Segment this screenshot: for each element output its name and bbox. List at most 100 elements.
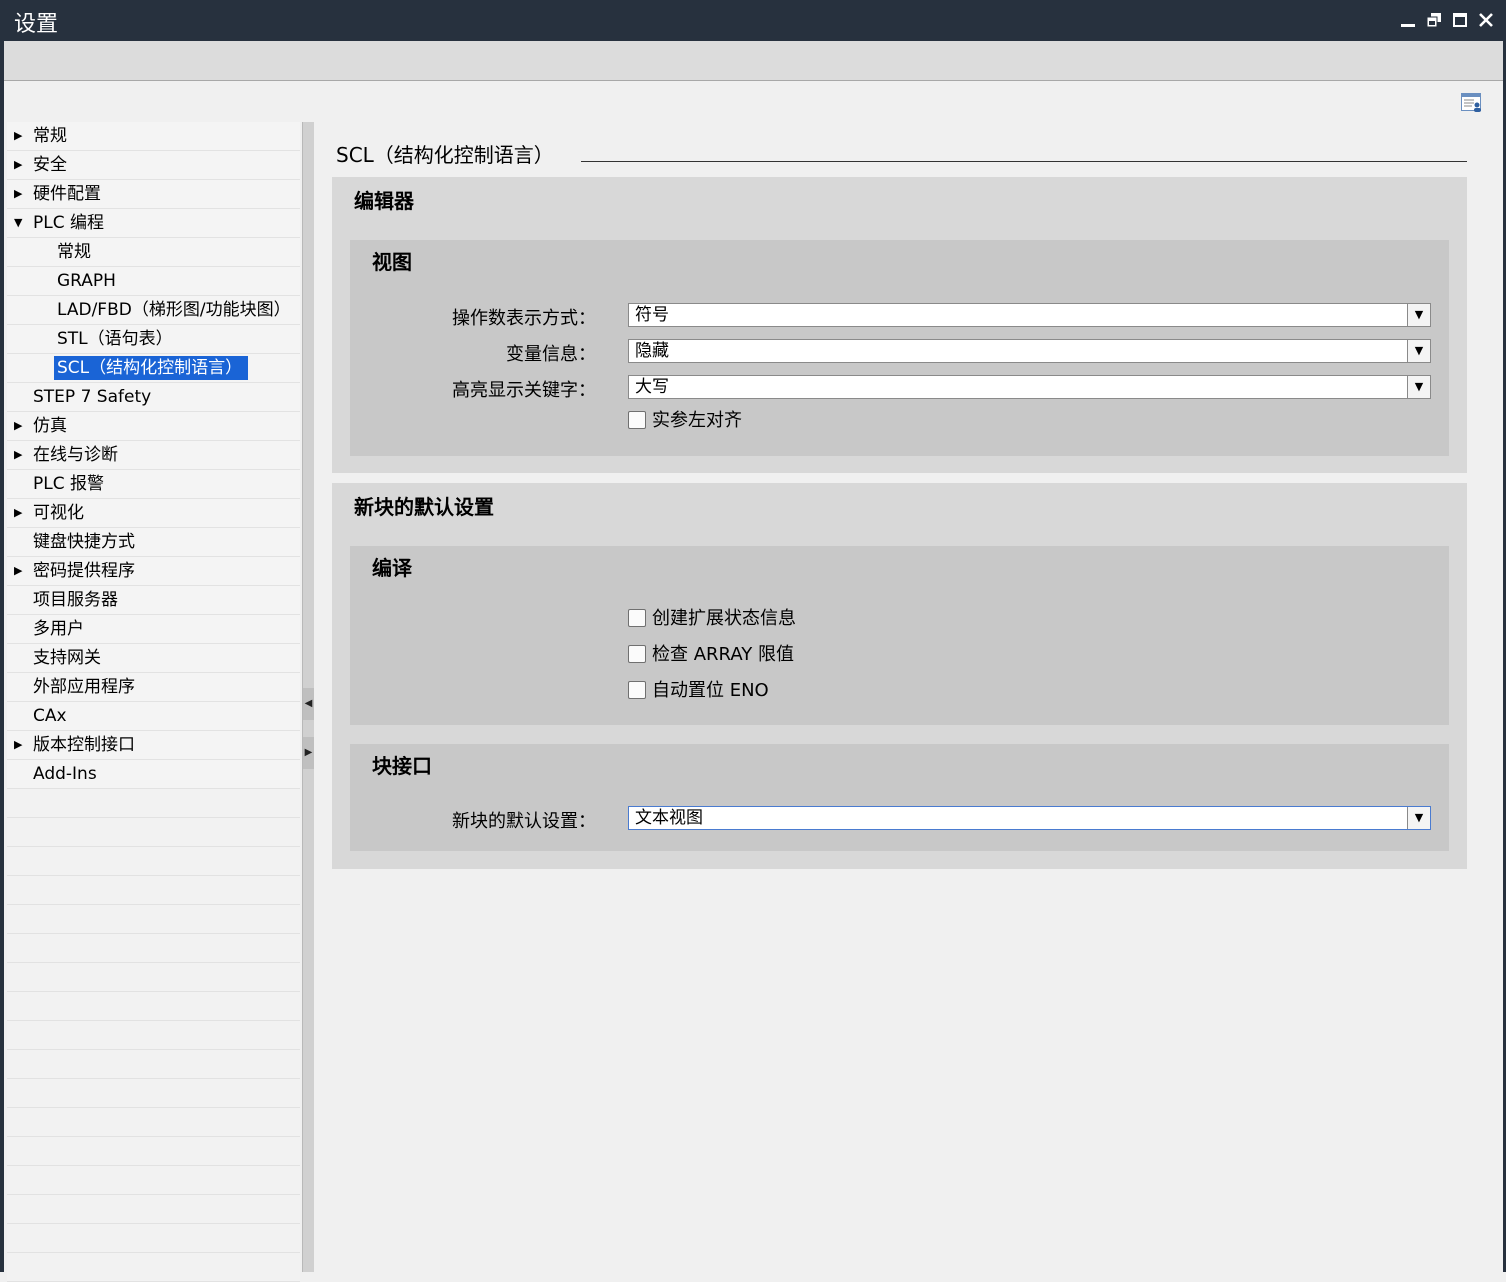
nav-empty-row xyxy=(7,876,300,905)
nav-item-label: 键盘快捷方式 xyxy=(33,532,135,552)
nav-empty-row xyxy=(7,818,300,847)
nav-item[interactable]: LAD/FBD（梯形图/功能块图） xyxy=(7,296,300,325)
operand-display-dropdown[interactable]: 符号 ▼ xyxy=(628,303,1431,327)
view-section: 视图 操作数表示方式： 符号 ▼ 变量信息： 隐藏 ▼ 高亮显示关键字： 大写 … xyxy=(350,240,1449,456)
nav-empty-row xyxy=(7,963,300,992)
auto-set-eno-checkbox[interactable]: 自动置位 ENO xyxy=(628,680,769,702)
collapse-left-icon[interactable]: ◀ xyxy=(303,688,314,720)
nav-empty-row xyxy=(7,1224,300,1253)
nav-empty-row xyxy=(7,789,300,818)
extended-status-checkbox[interactable]: 创建扩展状态信息 xyxy=(628,608,796,630)
nav-empty-row xyxy=(7,1050,300,1079)
nav-item-label: 可视化 xyxy=(33,503,84,523)
checkbox-icon[interactable] xyxy=(628,410,646,429)
nav-empty-row xyxy=(7,1253,300,1282)
nav-item-label: STL（语句表） xyxy=(57,329,173,349)
extended-status-label: 创建扩展状态信息 xyxy=(652,608,796,629)
nav-item[interactable]: ▶ 硬件配置 xyxy=(7,180,300,209)
chevron-down-icon[interactable]: ▼ xyxy=(1407,807,1430,829)
nav-item[interactable]: 常规 xyxy=(7,238,300,267)
nav-empty-row xyxy=(7,1195,300,1224)
settings-view-icon[interactable] xyxy=(1461,93,1483,113)
nav-item-label: 支持网关 xyxy=(33,648,101,668)
toolbar xyxy=(4,41,1503,81)
collapsed-arrow-icon[interactable]: ▶ xyxy=(14,412,24,440)
nav-item[interactable]: Add-Ins xyxy=(7,760,300,789)
nav-item-label: PLC 编程 xyxy=(33,213,104,233)
nav-item[interactable]: ▶ 版本控制接口 xyxy=(7,731,300,760)
new-block-defaults-title: 新块的默认设置 xyxy=(354,495,494,519)
collapsed-arrow-icon[interactable]: ▶ xyxy=(14,151,24,179)
nav-item-label: 在线与诊断 xyxy=(33,445,118,465)
nav-empty-row xyxy=(7,1137,300,1166)
collapsed-arrow-icon[interactable]: ▶ xyxy=(14,441,24,469)
nav-item[interactable]: STEP 7 Safety xyxy=(7,383,300,412)
checkbox-icon[interactable] xyxy=(628,644,646,663)
chevron-down-icon[interactable]: ▼ xyxy=(1407,340,1430,362)
checkbox-icon[interactable] xyxy=(628,680,646,699)
align-params-checkbox[interactable]: 实参左对齐 xyxy=(628,410,742,432)
nav-empty-row xyxy=(7,934,300,963)
nav-item[interactable]: STL（语句表） xyxy=(7,325,300,354)
restore-icon[interactable] xyxy=(1423,8,1445,32)
nav-item[interactable]: PLC 报警 xyxy=(7,470,300,499)
collapsed-arrow-icon[interactable]: ▶ xyxy=(14,180,24,208)
expand-right-icon[interactable]: ▶ xyxy=(303,737,314,769)
check-array-limits-checkbox[interactable]: 检查 ARRAY 限值 xyxy=(628,644,794,666)
nav-empty-row xyxy=(7,1079,300,1108)
nav-item-label: 项目服务器 xyxy=(33,590,118,610)
checkbox-icon[interactable] xyxy=(628,608,646,627)
nav-item-label: 密码提供程序 xyxy=(33,561,135,581)
nav-item-label: 硬件配置 xyxy=(33,184,101,204)
block-interface-default-dropdown[interactable]: 文本视图 ▼ xyxy=(628,806,1431,830)
nav-item[interactable]: CAx xyxy=(7,702,300,731)
collapsed-arrow-icon[interactable]: ▶ xyxy=(14,122,24,150)
nav-item[interactable]: ▶ 密码提供程序 xyxy=(7,557,300,586)
tag-info-dropdown[interactable]: 隐藏 ▼ xyxy=(628,339,1431,363)
operand-display-label: 操作数表示方式： xyxy=(452,308,596,329)
close-icon[interactable] xyxy=(1475,8,1497,32)
nav-item-label: PLC 报警 xyxy=(33,474,104,494)
nav-item[interactable]: GRAPH xyxy=(7,267,300,296)
nav-splitter[interactable]: ◀ ▶ xyxy=(302,122,314,1272)
block-interface-section: 块接口 新块的默认设置： 文本视图 ▼ xyxy=(350,744,1449,851)
settings-content: ▶ 常规 ▶ 安全 ▶ 硬件配置 ▼ PLC 编程 常规 GRAPH LAD/FBD（梯形图/功能块… xyxy=(4,81,1503,1282)
auto-set-eno-label: 自动置位 ENO xyxy=(652,680,769,701)
nav-item[interactable]: ▶ 常规 xyxy=(7,122,300,151)
editor-group-title: 编辑器 xyxy=(354,189,414,213)
chevron-down-icon[interactable]: ▼ xyxy=(1407,376,1430,398)
nav-item[interactable]: 键盘快捷方式 xyxy=(7,528,300,557)
expanded-arrow-icon[interactable]: ▼ xyxy=(14,209,24,237)
nav-item[interactable]: 多用户 xyxy=(7,615,300,644)
nav-item[interactable]: SCL（结构化控制语言） xyxy=(7,354,300,383)
maximize-icon[interactable] xyxy=(1449,8,1471,32)
highlight-keywords-label: 高亮显示关键字： xyxy=(452,380,596,401)
highlight-keywords-dropdown[interactable]: 大写 ▼ xyxy=(628,375,1431,399)
nav-item[interactable]: 外部应用程序 xyxy=(7,673,300,702)
collapsed-arrow-icon[interactable]: ▶ xyxy=(14,557,24,585)
collapsed-arrow-icon[interactable]: ▶ xyxy=(14,731,24,759)
nav-item-label: STEP 7 Safety xyxy=(33,387,152,407)
page-title-divider xyxy=(581,161,1467,162)
nav-item[interactable]: 支持网关 xyxy=(7,644,300,673)
minimize-icon[interactable] xyxy=(1397,8,1419,32)
nav-item-label: 常规 xyxy=(57,242,91,262)
operand-display-value: 符号 xyxy=(635,305,669,325)
nav-item[interactable]: ▶ 仿真 xyxy=(7,412,300,441)
nav-item[interactable]: ▶ 可视化 xyxy=(7,499,300,528)
nav-item[interactable]: 项目服务器 xyxy=(7,586,300,615)
align-params-label: 实参左对齐 xyxy=(652,410,742,431)
settings-navigation-tree: ▶ 常规 ▶ 安全 ▶ 硬件配置 ▼ PLC 编程 常规 GRAPH LAD/FBD（梯形图/功能块… xyxy=(7,122,300,1282)
nav-empty-row xyxy=(7,1166,300,1195)
nav-empty-row xyxy=(7,847,300,876)
nav-item[interactable]: ▶ 在线与诊断 xyxy=(7,441,300,470)
compile-section-title: 编译 xyxy=(372,556,412,580)
chevron-down-icon[interactable]: ▼ xyxy=(1407,304,1430,326)
nav-empty-row xyxy=(7,1108,300,1137)
nav-item-label: 常规 xyxy=(33,126,67,146)
page-title: SCL（结构化控制语言） xyxy=(336,143,554,167)
collapsed-arrow-icon[interactable]: ▶ xyxy=(14,499,24,527)
nav-empty-row xyxy=(7,992,300,1021)
nav-item[interactable]: ▶ 安全 xyxy=(7,151,300,180)
nav-item[interactable]: ▼ PLC 编程 xyxy=(7,209,300,238)
